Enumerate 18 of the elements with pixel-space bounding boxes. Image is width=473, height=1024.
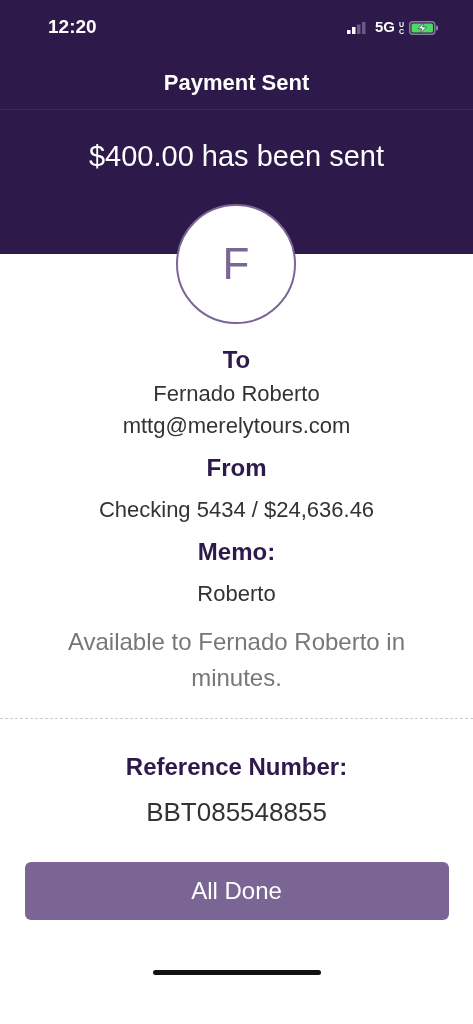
detail-value: Roberto	[196, 580, 277, 608]
signal-icon	[347, 21, 367, 34]
network-label: 5G	[375, 17, 395, 38]
page-title: Payment Sent	[0, 55, 473, 110]
detail-value: Checking 5434 / $24,636.46	[97, 496, 376, 524]
battery-charging-icon	[409, 20, 439, 35]
detail-value: mttg@merelytours.com	[121, 412, 352, 440]
detail-label: Memo:	[196, 537, 277, 567]
clock-time: 12:20	[48, 15, 97, 40]
amount-heading: $400.00 has been sent	[87, 139, 386, 174]
availability-note: Available to Fernado Roberto in minutes.	[66, 627, 407, 693]
reference-label: Reference Number:	[124, 752, 349, 782]
detail-label: From	[205, 453, 268, 483]
reference-number: BBT085548855	[145, 796, 328, 829]
done-button[interactable]: All Done	[24, 862, 449, 920]
avatar-initial: F	[176, 204, 296, 324]
detail-value: Fernado Roberto	[152, 380, 321, 408]
detail-label: To	[221, 345, 252, 375]
